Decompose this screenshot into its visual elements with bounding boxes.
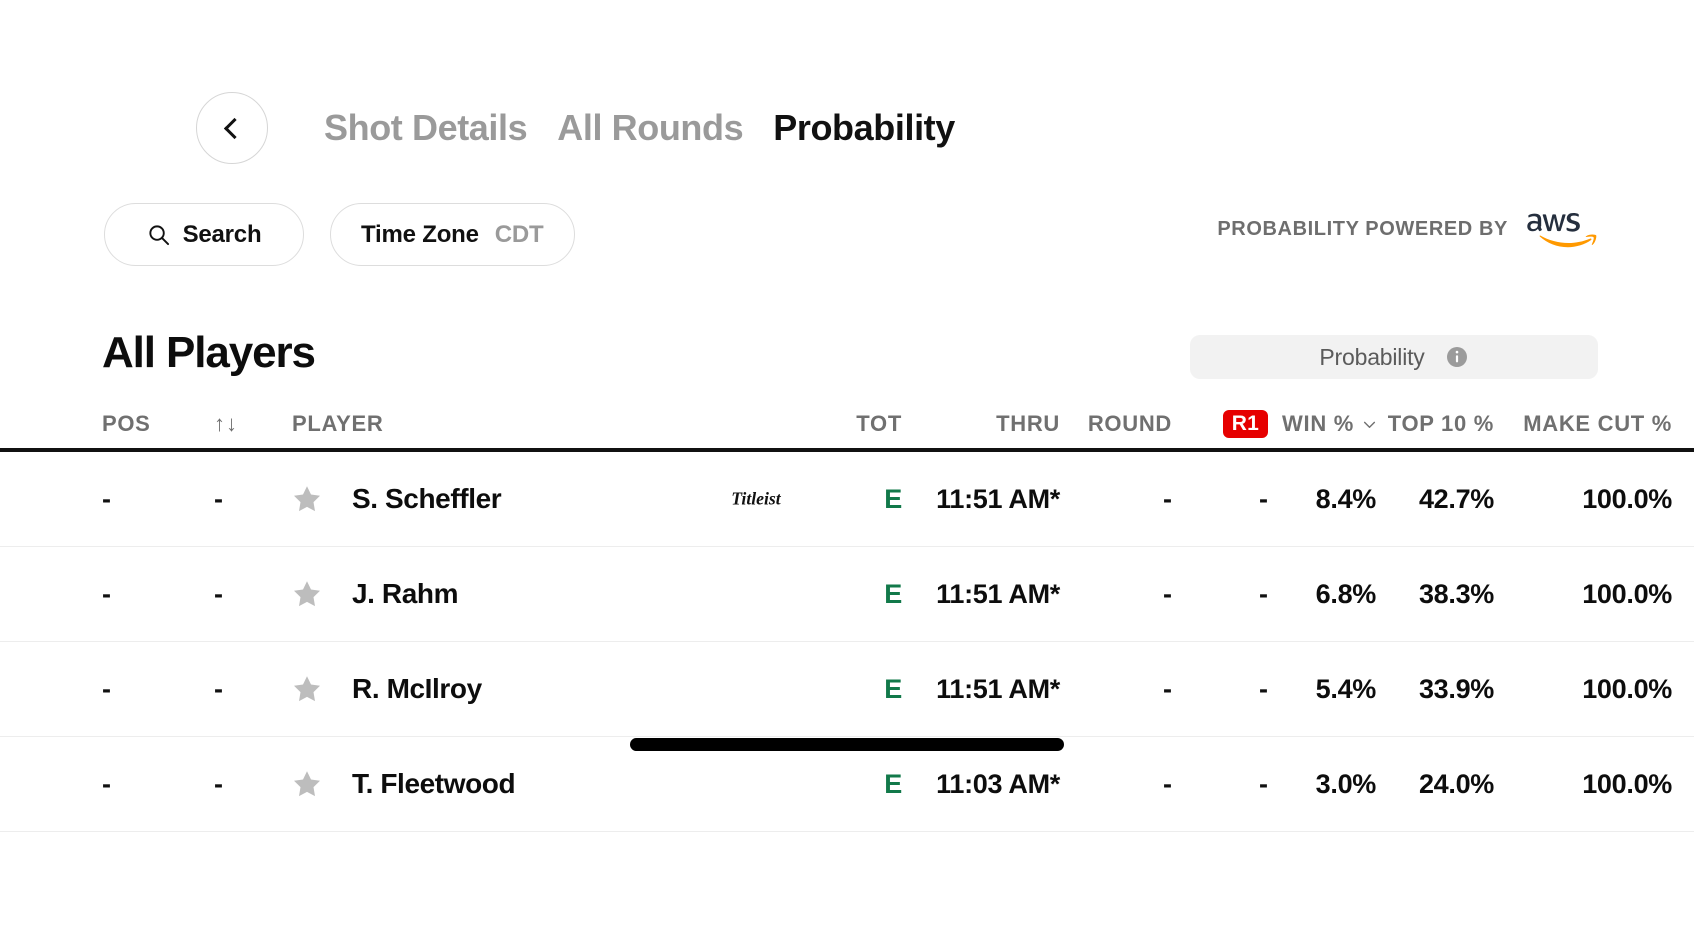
star-icon[interactable] bbox=[292, 769, 322, 799]
table-header-row: POS ↑↓ PLAYER TOT THRU ROUND R1 WIN % TO… bbox=[0, 400, 1694, 452]
table-row[interactable]: - - T. Fleetwood E 11:03 AM* - - 3.0% 24… bbox=[0, 737, 1694, 832]
cell-r1: - bbox=[1259, 578, 1268, 609]
probability-toggle-label: Probability bbox=[1319, 343, 1425, 370]
column-header-round[interactable]: ROUND bbox=[1088, 411, 1172, 437]
cell-r1: - bbox=[1259, 483, 1268, 514]
cell-total-score: E bbox=[884, 768, 902, 799]
back-button[interactable] bbox=[196, 92, 268, 164]
cell-round: - bbox=[1163, 578, 1172, 609]
cell-movement: - bbox=[214, 578, 223, 609]
star-icon[interactable] bbox=[292, 674, 322, 704]
column-header-thru[interactable]: THRU bbox=[996, 411, 1060, 437]
cell-top10-pct: 38.3% bbox=[1418, 578, 1494, 609]
cell-make-cut-pct: 100.0% bbox=[1582, 673, 1672, 704]
cell-win-pct: 3.0% bbox=[1315, 768, 1377, 799]
cell-thru: 11:51 AM* bbox=[936, 578, 1060, 609]
cell-top10-pct: 33.9% bbox=[1418, 673, 1494, 704]
tab-shot-details[interactable]: Shot Details bbox=[324, 107, 528, 149]
cell-win-pct: 8.4% bbox=[1315, 483, 1377, 514]
cell-pos: - bbox=[102, 768, 111, 799]
cell-total-score: E bbox=[884, 673, 902, 704]
cell-round: - bbox=[1163, 483, 1172, 514]
star-icon[interactable] bbox=[292, 579, 322, 609]
cell-pos: - bbox=[102, 483, 111, 514]
probability-leaderboard-page: Shot Details All Rounds Probability Sear… bbox=[0, 0, 1694, 934]
page-title: All Players bbox=[102, 328, 316, 377]
leaderboard-table: POS ↑↓ PLAYER TOT THRU ROUND R1 WIN % TO… bbox=[0, 400, 1694, 832]
cell-make-cut-pct: 100.0% bbox=[1582, 578, 1672, 609]
cell-movement: - bbox=[214, 768, 223, 799]
cell-pos: - bbox=[102, 673, 111, 704]
info-icon[interactable] bbox=[1445, 345, 1469, 369]
star-icon[interactable] bbox=[292, 484, 322, 514]
titleist-logo: Titleist bbox=[731, 489, 781, 509]
chevron-down-icon bbox=[1363, 421, 1376, 428]
probability-toggle[interactable]: Probability bbox=[1190, 335, 1598, 379]
cell-win-pct: 5.4% bbox=[1315, 673, 1377, 704]
tab-list: Shot Details All Rounds Probability bbox=[324, 107, 955, 149]
timezone-value: CDT bbox=[494, 220, 544, 248]
tab-probability[interactable]: Probability bbox=[773, 107, 955, 149]
cell-total-score: E bbox=[884, 578, 902, 609]
probability-attribution: PROBABILITY POWERED BY bbox=[1217, 207, 1598, 251]
timezone-selector[interactable]: Time Zone CDT bbox=[330, 203, 575, 266]
attribution-text: PROBABILITY POWERED BY bbox=[1217, 217, 1508, 240]
table-row[interactable]: - - J. Rahm E 11:51 AM* - - 6.8% 38.3% 1… bbox=[0, 547, 1694, 642]
column-header-r1-badge[interactable]: R1 bbox=[1222, 410, 1268, 438]
cell-total-score: E bbox=[884, 483, 902, 514]
cell-make-cut-pct: 100.0% bbox=[1582, 768, 1672, 799]
column-header-player[interactable]: PLAYER bbox=[292, 411, 383, 437]
cell-win-pct: 6.8% bbox=[1315, 578, 1377, 609]
cell-round: - bbox=[1163, 768, 1172, 799]
tab-all-rounds[interactable]: All Rounds bbox=[557, 107, 743, 149]
timezone-label: Time Zone bbox=[361, 220, 479, 248]
cell-top10-pct: 24.0% bbox=[1418, 768, 1494, 799]
cell-make-cut-pct: 100.0% bbox=[1582, 483, 1672, 514]
cell-player-name: T. Fleetwood bbox=[352, 768, 516, 799]
cell-pos: - bbox=[102, 578, 111, 609]
search-icon bbox=[148, 225, 169, 246]
cell-top10-pct: 42.7% bbox=[1418, 483, 1494, 514]
cell-r1: - bbox=[1259, 673, 1268, 704]
search-button[interactable]: Search bbox=[104, 203, 304, 266]
cell-thru: 11:51 AM* bbox=[936, 483, 1060, 514]
chevron-left-icon bbox=[223, 117, 246, 139]
controls-bar: Search Time Zone CDT bbox=[104, 203, 575, 266]
column-header-win-pct[interactable]: WIN % bbox=[1282, 411, 1376, 437]
column-header-make-cut-pct[interactable]: MAKE CUT % bbox=[1523, 411, 1672, 437]
column-header-tot[interactable]: TOT bbox=[856, 411, 902, 437]
column-header-movement-sort-icon[interactable]: ↑↓ bbox=[214, 411, 238, 437]
cell-movement: - bbox=[214, 673, 223, 704]
cell-thru: 11:51 AM* bbox=[936, 673, 1060, 704]
column-header-top10-pct[interactable]: TOP 10 % bbox=[1388, 411, 1494, 437]
column-header-win-pct-label: WIN % bbox=[1282, 411, 1354, 436]
search-label: Search bbox=[182, 220, 262, 248]
cell-thru: 11:03 AM* bbox=[936, 768, 1060, 799]
home-indicator bbox=[630, 738, 1064, 751]
cell-r1: - bbox=[1259, 768, 1268, 799]
aws-logo bbox=[1527, 212, 1597, 248]
top-navigation: Shot Details All Rounds Probability bbox=[196, 92, 955, 164]
cell-round: - bbox=[1163, 673, 1172, 704]
cell-movement: - bbox=[214, 483, 223, 514]
cell-player-name: J. Rahm bbox=[352, 578, 459, 609]
svg-text:Titleist: Titleist bbox=[731, 489, 781, 509]
column-header-pos[interactable]: POS bbox=[102, 411, 151, 437]
table-row[interactable]: - - S. Scheffler Titleist E 11:51 AM* - … bbox=[0, 452, 1694, 547]
cell-player-name: S. Scheffler bbox=[352, 483, 502, 514]
cell-player-name: R. McIlroy bbox=[352, 673, 482, 704]
table-row[interactable]: - - R. McIlroy E 11:51 AM* - - 5.4% 33.9… bbox=[0, 642, 1694, 737]
